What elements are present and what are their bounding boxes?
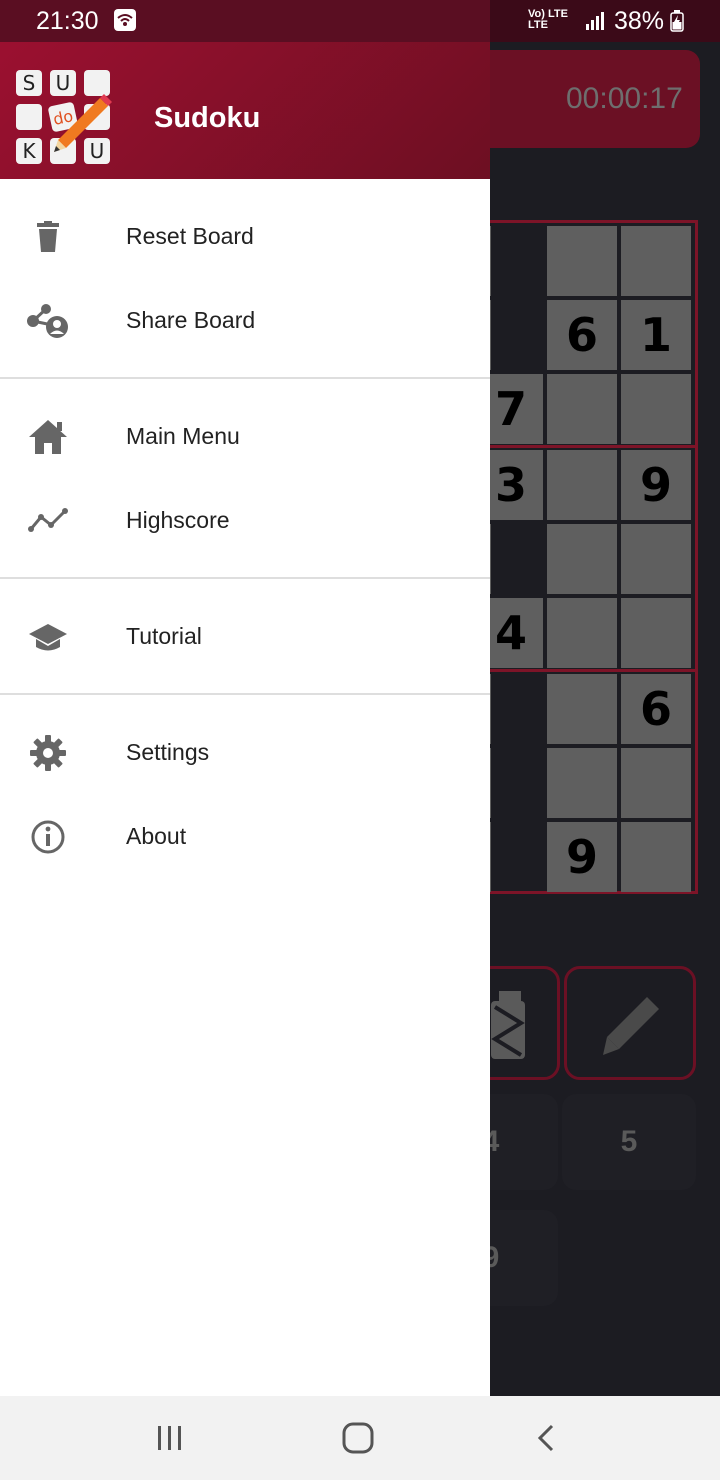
menu-item-label: Tutorial [126,623,202,649]
menu-item-main-menu[interactable]: Main Menu [0,395,490,479]
timer: 00:00:17 [566,82,683,115]
board-cell[interactable] [547,674,617,744]
board-cell[interactable] [547,374,617,444]
status-bar: 21:30 Vo) LTE LTE 38% [0,0,720,42]
board-cell[interactable] [547,226,617,296]
gear-icon [26,733,70,773]
board-cell[interactable] [621,524,691,594]
menu-item-about[interactable]: About [0,795,490,879]
board-cell[interactable]: 6 [547,300,617,370]
app-logo: S U do K U [14,68,112,166]
network-indicator: Vo) LTE LTE [528,9,568,31]
board-cell[interactable] [547,748,617,818]
eraser-icon [491,991,525,1059]
wifi-icon [114,9,136,31]
signal-icon [586,12,604,30]
number-button[interactable]: 5 [562,1094,696,1190]
logo-tile: S [16,70,42,96]
board-cell[interactable]: 6 [621,674,691,744]
trash-icon [26,217,70,257]
menu-item-highscore[interactable]: Highscore [0,479,490,563]
menu-item-share-board[interactable]: Share Board [0,279,490,363]
board-cell[interactable] [621,822,691,892]
board-cell[interactable] [621,598,691,668]
menu-item-settings[interactable]: Settings [0,711,490,795]
pencil-icon [603,997,659,1055]
board-cell[interactable] [547,450,617,520]
menu-item-label: Highscore [126,507,230,533]
trending-icon [26,501,70,541]
menu-item-label: Reset Board [126,223,254,249]
battery-percent: 38% [614,7,665,35]
status-time: 21:30 [36,7,99,35]
board-cell[interactable] [547,598,617,668]
pencil-button[interactable] [564,966,696,1080]
recent-apps-icon[interactable] [150,1420,190,1456]
menu-item-label: Settings [126,739,210,765]
app-title: Sudoku [154,102,261,134]
battery-icon [670,10,684,32]
school-icon [26,617,70,657]
share-icon [26,301,70,341]
back-icon[interactable] [526,1420,566,1456]
network-bottom: LTE [528,19,548,31]
board-cell[interactable] [621,226,691,296]
board-cell[interactable] [547,524,617,594]
logo-tile: K [16,138,42,164]
logo-pencil-icon [54,94,112,152]
system-nav-bar [0,1396,720,1480]
board-cell[interactable] [621,748,691,818]
board-cell[interactable]: 9 [547,822,617,892]
menu-item-label: About [126,823,187,849]
home-icon [26,417,70,457]
menu-item-reset-board[interactable]: Reset Board [0,195,490,279]
home-button-icon[interactable] [338,1420,378,1456]
drawer-header: S U do K U Sudoku [0,42,490,179]
menu-item-label: Main Menu [126,423,240,449]
board-cell[interactable] [621,374,691,444]
logo-tile [16,104,42,130]
menu-item-label: Share Board [126,307,256,333]
info-icon [26,817,70,857]
navigation-drawer: S U do K U Sudoku Reset Board Share Boar… [0,42,490,1396]
menu-item-tutorial[interactable]: Tutorial [0,595,490,679]
board-cell[interactable]: 9 [621,450,691,520]
board-cell[interactable]: 1 [621,300,691,370]
drawer-menu: Reset Board Share Board Main Menu Highsc… [0,179,490,879]
